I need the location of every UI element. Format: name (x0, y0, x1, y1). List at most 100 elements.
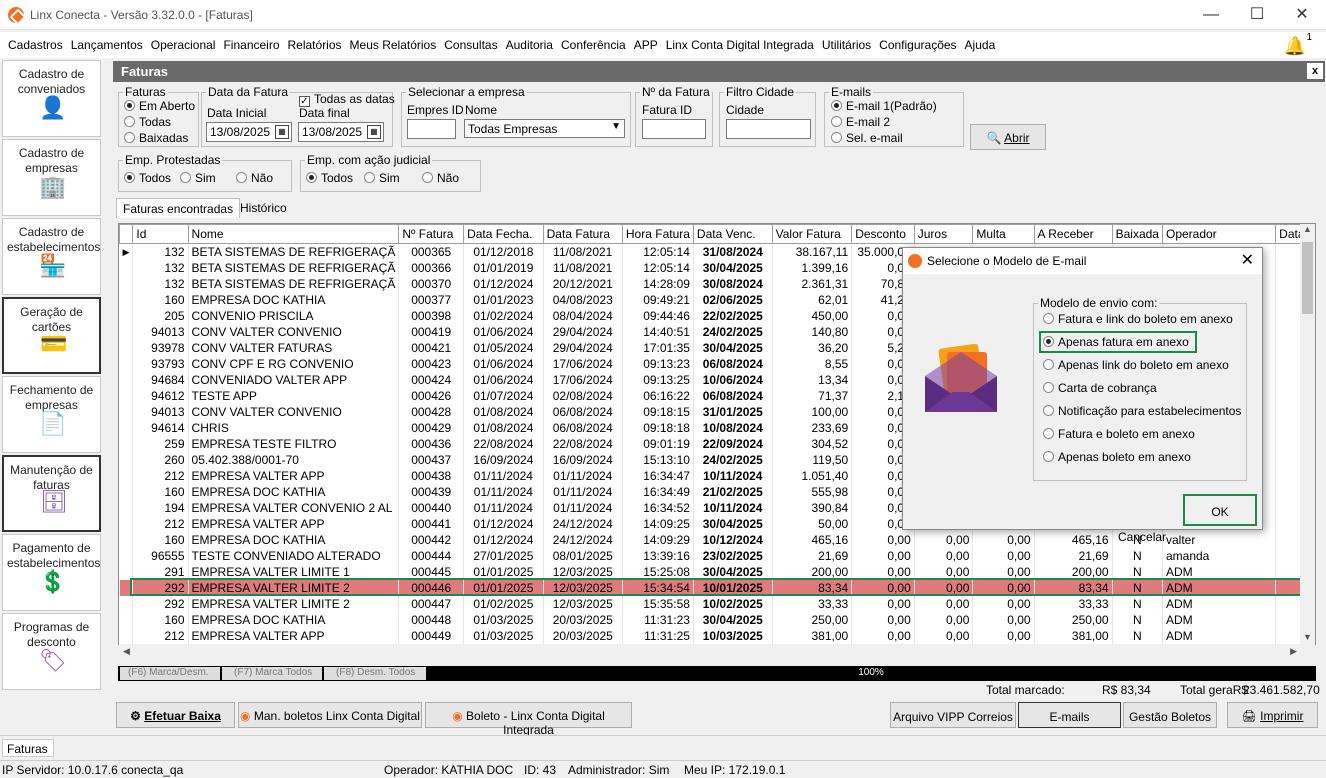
email-model-option[interactable]: Apenas boleto em anexo (1043, 450, 1191, 464)
column-header[interactable]: Juros (913, 224, 974, 244)
menu-item[interactable]: Consultas (440, 32, 501, 52)
row-header (119, 224, 134, 244)
column-header[interactable]: Nº Fatura (398, 224, 465, 244)
empresa-id-input[interactable] (407, 119, 456, 139)
radio-jud-todos[interactable]: Todos (306, 171, 353, 185)
email-model-option[interactable]: Fatura e link do boleto em anexo (1043, 312, 1233, 326)
menu-item[interactable]: Cadastros (4, 32, 67, 52)
email-model-option[interactable]: Apenas fatura em anexo (1039, 331, 1197, 353)
table-row[interactable]: 212 EMPRESA VALTER APP 000449 01/03/2025 20/… (119, 628, 1315, 644)
tab-faturas-encontradas[interactable]: Faturas encontradas (116, 198, 241, 218)
empresa-nome-select[interactable]: Todas Empresas ▼ (464, 119, 625, 138)
data-final-input[interactable]: 13/08/2025 ▦ (298, 122, 384, 142)
radio-email-1[interactable]: E-mail 1(Padrão) (831, 99, 937, 113)
menu-item[interactable]: Auditoria (502, 32, 557, 52)
radio-prot-todos[interactable]: Todos (124, 171, 171, 185)
vertical-scrollbar[interactable]: ▲ ▼ (1300, 224, 1315, 644)
page-close-button[interactable]: x (1307, 63, 1323, 79)
radio-jud-nao[interactable]: Não (422, 171, 459, 185)
dialog-close-button[interactable]: ✕ (1241, 250, 1254, 270)
radio-baixadas[interactable]: Baixadas (124, 131, 188, 145)
menu-item[interactable]: Lançamentos (67, 32, 147, 52)
todas-datas-checkbox[interactable]: ✓ Todas as datas (299, 92, 395, 107)
column-header[interactable]: Hora Fatura (621, 224, 694, 244)
menu-item[interactable]: Utilitários (818, 32, 875, 52)
table-row[interactable]: 160 EMPRESA DOC KATHIA 000448 01/03/2025 20/… (119, 612, 1315, 628)
imprimir-button[interactable]: 🖨 Imprimir (1227, 702, 1318, 728)
cidade-input[interactable] (726, 119, 811, 139)
column-header[interactable]: Operador (1161, 224, 1277, 244)
email-model-option[interactable]: Carta de cobrança (1043, 381, 1157, 395)
bell-icon[interactable]: 🔔 (1284, 36, 1306, 57)
table-cell: 0,00 (972, 596, 1035, 612)
maximize-button[interactable]: ☐ (1242, 4, 1272, 26)
menu-item[interactable]: Meus Relatórios (346, 32, 441, 52)
column-header[interactable]: Desconto (851, 224, 915, 244)
row-indicator (119, 516, 134, 532)
column-header[interactable]: Data Venc. (692, 224, 773, 244)
gestao-boletos-button[interactable]: Gestão Boletos (1123, 702, 1217, 728)
sidebar-item[interactable]: Cadastro de estabelecimentos 🏪 (2, 218, 101, 295)
sidebar-item[interactable]: Pagamento de estabelecimentos 💲 (2, 534, 101, 611)
minimize-button[interactable]: — (1196, 4, 1226, 26)
emails-button[interactable]: E-mails (1018, 702, 1121, 728)
menu-item[interactable]: APP (630, 32, 662, 52)
column-header[interactable]: Multa (972, 224, 1035, 244)
man-boletos-button[interactable]: ◉ Man. boletos Linx Conta Digital (238, 702, 422, 728)
column-header[interactable]: Baixada (1111, 224, 1163, 244)
efetuar-baixa-button[interactable]: ⚙ Efetuar Baixa (116, 702, 235, 728)
radio-email-2[interactable]: E-mail 2 (831, 115, 890, 129)
marca-todos-button[interactable]: (F7) Marca Todos (222, 667, 322, 680)
column-header[interactable]: Id (132, 224, 189, 244)
column-header[interactable]: Data Fecha. (463, 224, 544, 244)
table-cell: 13:39:16 (622, 548, 694, 564)
cancel-button[interactable]: Cancelar (1118, 530, 1166, 544)
arquivo-vipp-button[interactable]: Arquivo VIPP Correios (890, 702, 1016, 728)
radio-prot-sim[interactable]: Sim (180, 171, 216, 185)
menu-item[interactable]: Ajuda (961, 32, 1000, 52)
marca-desm-button[interactable]: (F6) Marca/Desm. (120, 667, 220, 680)
ok-button[interactable]: OK (1183, 494, 1257, 526)
email-model-option[interactable]: Fatura e boleto em anexo (1043, 427, 1195, 441)
menu-item[interactable]: Operacional (147, 32, 220, 52)
sidebar-item[interactable]: Cadastro de empresas 🏢 (2, 139, 101, 216)
sidebar-item[interactable]: Programas de desconto 🏷 (2, 613, 101, 690)
radio-todas[interactable]: Todas (124, 115, 171, 129)
data-fatura-legend: Data da Fatura (208, 85, 289, 99)
radio-prot-nao[interactable]: Não (236, 171, 273, 185)
desm-todos-button[interactable]: (F8) Desm. Todos (324, 667, 426, 680)
radio-sel-email[interactable]: Sel. e-mail (831, 131, 903, 145)
menu-item[interactable]: Relatórios (284, 32, 346, 52)
menu-item[interactable]: Financeiro (219, 32, 283, 52)
table-cell: 0,00 (972, 548, 1035, 564)
boleto-linx-button[interactable]: ◉ Boleto - Linx Conta Digital Integrada (425, 702, 632, 737)
sidebar-item[interactable]: Fechamento de empresas 📄 (2, 376, 101, 453)
close-button[interactable]: ✕ (1287, 4, 1317, 26)
fatura-id-input[interactable] (642, 119, 706, 139)
column-header[interactable]: A Receber (1033, 224, 1113, 244)
email-model-option[interactable]: Notificação para estabelecimentos (1043, 404, 1241, 418)
menu-item[interactable]: Configurações (875, 32, 960, 52)
column-header[interactable]: Data Fatura (542, 224, 623, 244)
sidebar-item[interactable]: Geração de cartões 💳 (2, 297, 101, 374)
abrir-button[interactable]: 🔍 Abrir (970, 124, 1046, 150)
horizontal-scrollbar[interactable]: ◀ ▶ (119, 644, 1315, 660)
sidebar-item[interactable]: Manutenção de faturas 🗄 (2, 455, 101, 532)
email-model-option[interactable]: Apenas link do boleto em anexo (1043, 358, 1229, 372)
tab-historico[interactable]: Histórico (234, 198, 293, 218)
bottom-tab-faturas[interactable]: Faturas (2, 739, 54, 757)
data-inicial-input[interactable]: 13/08/2025 ▦ (206, 122, 292, 142)
column-header[interactable]: Valor Fatura (771, 224, 853, 244)
sidebar-item[interactable]: Cadastro de conveniados 👤 (2, 60, 101, 137)
radio-em-aberto[interactable]: Em Aberto (124, 99, 195, 113)
menu-item[interactable]: Conferência (557, 32, 630, 52)
notification-count: 1 (1306, 32, 1312, 43)
column-header[interactable]: Nome (187, 224, 400, 244)
table-cell: 0,00 (972, 612, 1035, 628)
table-row[interactable]: 96555 TESTE CONVENIADO ALTERADO 000444 27/0… (119, 548, 1315, 564)
data-final-label: Data final (299, 106, 350, 120)
table-cell: 0,00 (914, 596, 974, 612)
table-row[interactable]: 292 EMPRESA VALTER LIMITE 2 000447 01/02/20… (119, 596, 1315, 612)
radio-jud-sim[interactable]: Sim (364, 171, 400, 185)
menu-item[interactable]: Linx Conta Digital Integrada (662, 32, 818, 52)
